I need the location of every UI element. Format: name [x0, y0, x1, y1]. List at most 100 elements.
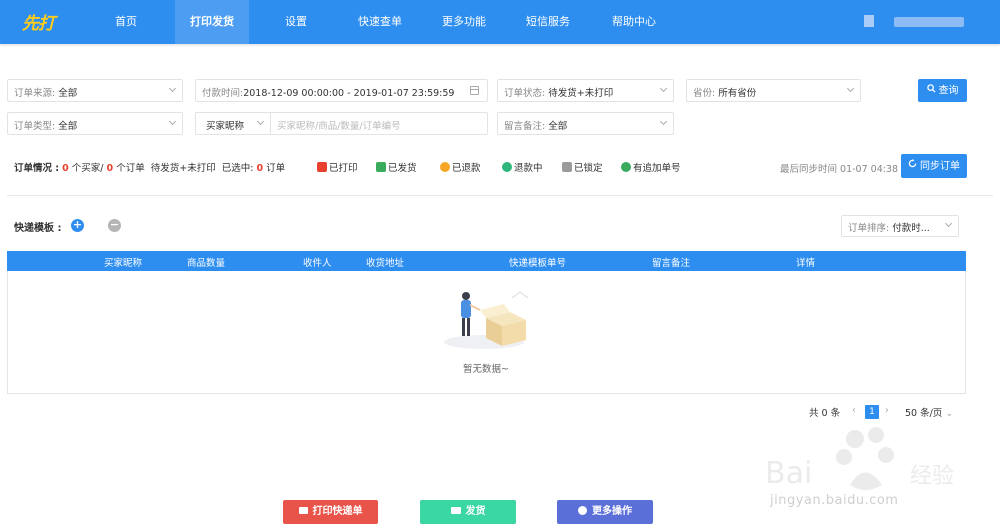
extra-tracking-icon: [621, 162, 631, 172]
selected-text: 已选中:: [221, 163, 254, 174]
last-sync-time: 最后同步时间 01-07 04:38: [780, 164, 899, 175]
total-count: 共 0 条: [809, 408, 841, 419]
order-source-label: 订单来源:: [14, 88, 56, 99]
minus-icon: −: [109, 218, 120, 231]
order-sort-label: 订单排序:: [848, 223, 890, 234]
legend-refunded: 已退款: [440, 160, 481, 174]
column-item-quantity[interactable]: 商品数量: [187, 255, 225, 269]
buyer-field-select[interactable]: 买家昵称: [195, 112, 271, 135]
nav-item-sms[interactable]: 短信服务: [511, 0, 585, 44]
legend-shipped-label: 已发货: [388, 163, 417, 174]
next-page-icon[interactable]: ›: [885, 405, 889, 416]
nav-item-more-features[interactable]: 更多功能: [427, 0, 501, 44]
order-source-select[interactable]: 订单来源: 全部: [7, 79, 183, 102]
order-type-select[interactable]: 订单类型: 全部: [7, 112, 183, 135]
nav-item-home[interactable]: 首页: [89, 0, 163, 44]
truck-icon: [376, 162, 386, 172]
chevron-down-icon: [168, 84, 177, 93]
chevron-down-icon: [846, 84, 855, 93]
express-template-label: 快递模板 :: [14, 223, 62, 234]
order-summary: 订单情况 : 0 个买家/ 0 个订单 待发货+未打印 已选中: 0 订单: [14, 160, 285, 174]
legend-printed-label: 已打印: [329, 163, 358, 174]
order-sort-select[interactable]: 订单排序: 付款时...: [841, 215, 959, 237]
empty-box-illustration: [444, 291, 529, 349]
chevron-down-icon: [944, 219, 953, 228]
calendar-icon: [470, 86, 479, 95]
order-source-value: 全部: [58, 88, 78, 99]
app-logo[interactable]: 先打: [22, 9, 55, 34]
truck-icon: [450, 507, 461, 514]
province-select[interactable]: 省份: 所有省份: [686, 79, 861, 102]
legend-refunding: 退款中: [502, 160, 543, 174]
print-express-button[interactable]: 打印快递单: [283, 500, 378, 524]
printer-icon: [298, 507, 308, 514]
order-status-label: 订单状态:: [504, 88, 546, 99]
empty-state-text: 暂无数据~: [463, 364, 509, 375]
orders-text: 个订单: [116, 163, 145, 174]
column-address[interactable]: 收货地址: [366, 255, 404, 269]
chevron-down-icon: [256, 117, 265, 126]
legend-refunded-label: 已退款: [452, 163, 481, 174]
sync-orders-button[interactable]: 同步订单: [901, 154, 967, 178]
buyer-search-input[interactable]: 买家昵称/商品/数量/订单编号: [270, 112, 488, 135]
legend-extra-tracking: 有追加单号: [621, 160, 681, 174]
page-size-value: 50 条/页: [905, 408, 943, 419]
search-icon: [926, 79, 936, 102]
add-template-button[interactable]: +: [71, 219, 84, 232]
page-button-current[interactable]: 1: [865, 405, 879, 419]
province-label: 省份:: [693, 88, 716, 99]
column-tracking-number[interactable]: 快递模板单号: [509, 255, 566, 269]
buyer-search-placeholder: 买家昵称/商品/数量/订单编号: [277, 121, 401, 132]
column-recipient[interactable]: 收件人: [303, 255, 332, 269]
query-button[interactable]: 查询: [918, 79, 967, 102]
selected-unit: 订单: [266, 163, 286, 174]
sync-orders-label: 同步订单: [920, 161, 960, 172]
plus-circle-icon: [578, 506, 587, 515]
buyers-text: 个买家/: [71, 163, 104, 174]
remark-select[interactable]: 留言备注: 全部: [497, 112, 674, 135]
remove-template-button[interactable]: −: [108, 219, 121, 232]
legend-shipped: 已发货: [376, 160, 417, 174]
filter-text: 待发货+未打印: [150, 163, 216, 174]
province-value: 所有省份: [718, 88, 757, 99]
remark-value: 全部: [548, 121, 568, 132]
avatar: [864, 15, 874, 27]
nav-item-quick-search[interactable]: 快速查单: [343, 0, 417, 44]
chevron-down-icon: [659, 84, 668, 93]
nav-item-print-ship[interactable]: 打印发货: [175, 0, 249, 44]
buyers-count: 0: [62, 163, 69, 174]
svg-text:Bai: Bai: [765, 456, 812, 491]
user-name-blurred: [894, 17, 964, 27]
chevron-down-icon: [659, 117, 668, 126]
ship-label: 发货: [465, 506, 486, 517]
legend-printed: 已打印: [317, 160, 358, 174]
ship-button[interactable]: 发货: [420, 500, 516, 524]
refund-icon: [440, 162, 450, 172]
more-actions-label: 更多操作: [592, 506, 632, 517]
column-remark[interactable]: 留言备注: [652, 255, 690, 269]
order-status-value: 待发货+未打印: [548, 88, 614, 99]
column-details[interactable]: 详情: [796, 255, 815, 269]
divider: [7, 195, 993, 196]
chevron-down-icon: ⌄: [942, 408, 954, 419]
order-status-select[interactable]: 订单状态: 待发货+未打印: [497, 79, 674, 102]
query-button-label: 查询: [938, 85, 959, 97]
chevron-down-icon: [168, 117, 177, 126]
more-actions-button[interactable]: 更多操作: [557, 500, 653, 524]
order-table-header: 买家昵称 商品数量 收件人 收货地址 快递模板单号 留言备注 详情: [7, 251, 966, 271]
nav-item-settings[interactable]: 设置: [259, 0, 333, 44]
orders-count: 0: [106, 163, 114, 174]
column-buyer-nickname[interactable]: 买家昵称: [104, 255, 142, 269]
remark-label: 留言备注:: [504, 121, 546, 132]
nav-item-help[interactable]: 帮助中心: [597, 0, 671, 44]
legend-locked: 已锁定: [562, 160, 603, 174]
plus-icon: +: [72, 218, 83, 231]
page-size-select[interactable]: 50 条/页 ⌄: [905, 405, 953, 419]
svg-text:经验: 经验: [910, 464, 954, 489]
prev-page-icon[interactable]: ‹: [852, 405, 856, 416]
user-menu[interactable]: [864, 15, 964, 29]
watermark-url: jingyan.baidu.com: [770, 493, 899, 508]
pay-time-range[interactable]: 付款时间:2018-12-09 00:00:00 - 2019-01-07 23…: [195, 79, 488, 102]
order-type-value: 全部: [58, 121, 78, 132]
order-summary-label: 订单情况 :: [14, 163, 60, 174]
